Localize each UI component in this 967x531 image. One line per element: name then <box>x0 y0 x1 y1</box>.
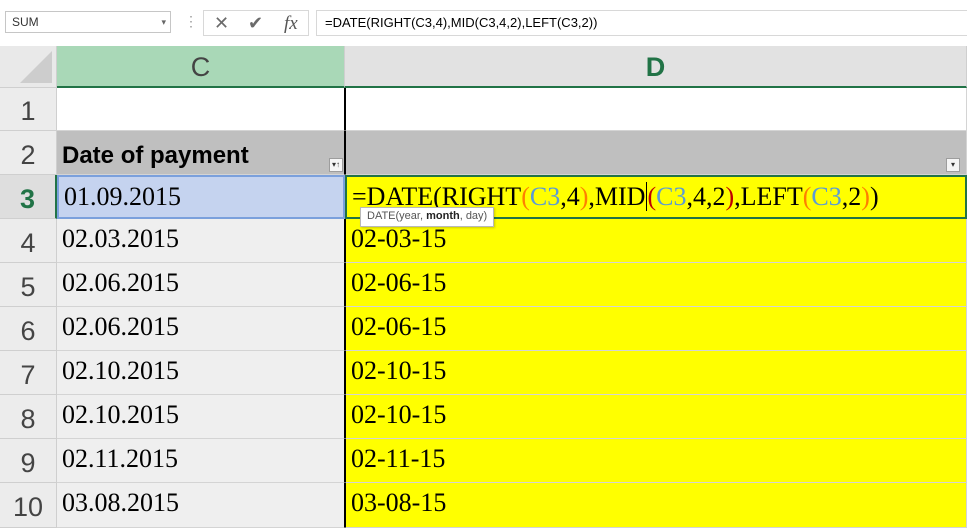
formula-buttons: ✕ ✔ fx <box>203 10 309 36</box>
row-header[interactable]: 9 <box>0 439 57 483</box>
formula-paren: ( <box>521 182 530 211</box>
cell-d7[interactable]: 02-10-15 <box>345 351 967 395</box>
cell-c4[interactable]: 02.03.2015 <box>57 219 345 263</box>
row-header[interactable]: 5 <box>0 263 57 307</box>
cell-d5[interactable]: 02-06-15 <box>345 263 967 307</box>
cell-d9[interactable]: 02-11-15 <box>345 439 967 483</box>
cancel-icon[interactable]: ✕ <box>214 13 229 34</box>
cell-c6[interactable]: 02.06.2015 <box>57 307 345 351</box>
formula-token: ,2 <box>841 182 862 211</box>
chevron-down-icon[interactable]: ▾ <box>161 12 166 32</box>
cell-c7[interactable]: 02.10.2015 <box>57 351 345 395</box>
formula-cell-ref: C3 <box>811 182 842 211</box>
formula-token: ,4,2 <box>686 182 726 211</box>
name-box[interactable]: SUM ▾ <box>5 11 171 33</box>
cell-c9[interactable]: 02.11.2015 <box>57 439 345 483</box>
select-all-corner[interactable] <box>0 46 57 88</box>
formula-cell-ref: C3 <box>529 182 561 211</box>
row-header[interactable]: 7 <box>0 351 57 395</box>
formula-token: ) <box>869 182 879 211</box>
row-header[interactable]: 1 <box>0 88 57 131</box>
cell-d1[interactable] <box>345 88 967 131</box>
cell-d10[interactable]: 03-08-15 <box>345 483 967 528</box>
cell-c8[interactable]: 02.10.2015 <box>57 395 345 439</box>
formula-bar: SUM ▾ ⋮ ✕ ✔ fx =DATE(RIGHT(C3,4),MID(C3,… <box>0 0 967 47</box>
filter-sort-button[interactable]: ▾↑ <box>329 158 343 172</box>
formula-paren: ) <box>861 182 870 211</box>
function-argument-tooltip: DATE(year, month, day) <box>360 207 495 227</box>
check-icon[interactable]: ✔ <box>248 13 263 34</box>
row-header[interactable]: 8 <box>0 395 57 439</box>
cell-d6[interactable]: 02-06-15 <box>345 307 967 351</box>
row-header[interactable]: 6 <box>0 307 57 351</box>
row-header[interactable]: 2 <box>0 131 57 175</box>
name-box-value: SUM <box>12 15 39 29</box>
cell-c2-header[interactable]: Date of payment <box>57 131 345 175</box>
select-all-triangle-icon <box>20 51 52 83</box>
tooltip-suffix: , day) <box>459 210 488 222</box>
column-header-c[interactable]: C <box>57 46 345 88</box>
row-header[interactable]: 4 <box>0 219 57 263</box>
insert-function-icon[interactable]: fx <box>284 13 298 35</box>
cell-d8[interactable]: 02-10-15 <box>345 395 967 439</box>
filter-dropdown-button[interactable]: ▾ <box>946 158 960 172</box>
column-header-d[interactable]: D <box>345 46 967 88</box>
cell-c1[interactable] <box>57 88 345 131</box>
formula-token: ,4 <box>560 182 580 211</box>
cell-c5[interactable]: 02.06.2015 <box>57 263 345 307</box>
cell-d2-header[interactable] <box>345 131 967 175</box>
formula-token: ,MID <box>588 182 646 211</box>
formula-token: ,LEFT <box>734 182 803 211</box>
tooltip-current-arg[interactable]: month <box>426 210 460 222</box>
row-header-active[interactable]: 3 <box>0 175 57 219</box>
tooltip-prefix: DATE(year, <box>367 210 427 222</box>
row-header[interactable]: 10 <box>0 483 57 528</box>
formula-paren: ( <box>646 182 657 211</box>
formula-cell-ref: C3 <box>656 182 687 211</box>
cell-c10[interactable]: 03.08.2015 <box>57 483 345 528</box>
formula-input[interactable]: =DATE(RIGHT(C3,4),MID(C3,4,2),LEFT(C3,2)… <box>316 10 967 36</box>
cell-c3-selected[interactable]: 01.09.2015 <box>57 175 345 219</box>
drag-handle-icon[interactable]: ⋮ <box>184 13 198 30</box>
formula-paren: ) <box>725 182 735 211</box>
